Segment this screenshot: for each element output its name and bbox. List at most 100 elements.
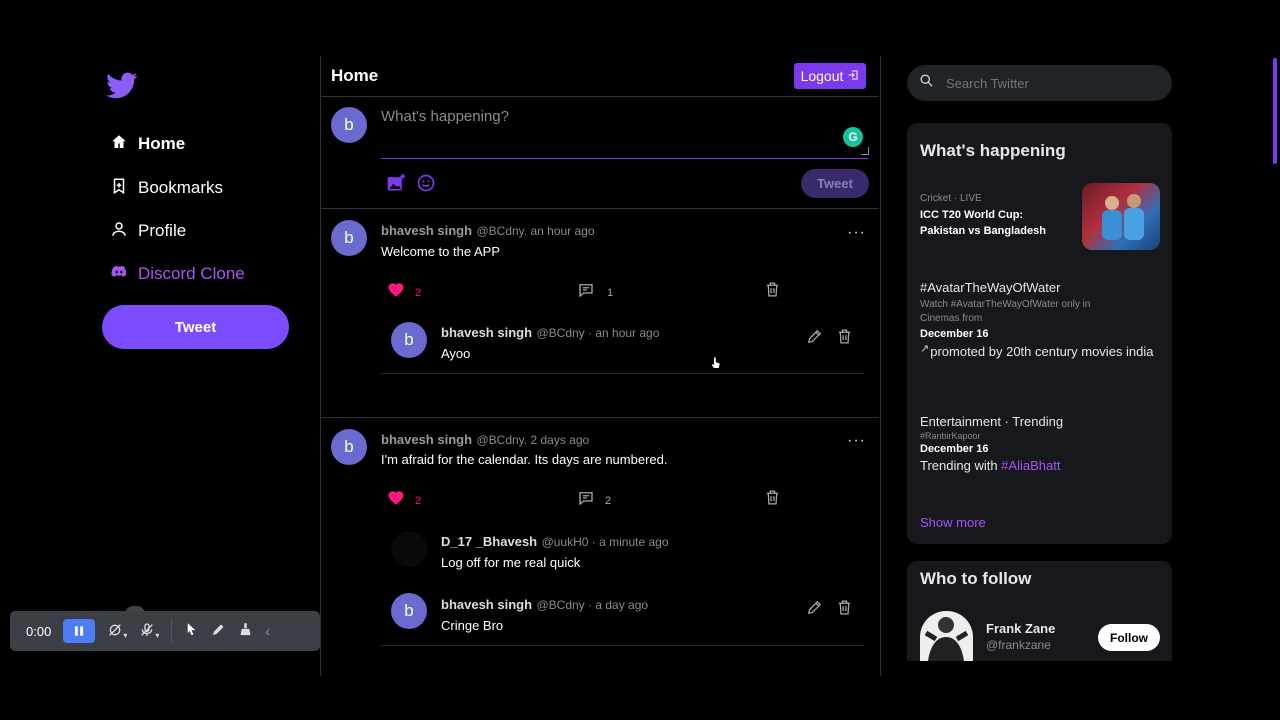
trend-title: ICC T20 World Cup: Pakistan vs Banglades… [920,209,1046,237]
comment-count: 1 [607,286,614,299]
trending-hashtag-link[interactable]: #AliaBhatt [1001,458,1060,473]
bookmark-icon [110,177,128,200]
delete-icon[interactable] [836,328,853,350]
page-scrollbar[interactable] [1273,58,1277,164]
like-count: 2 [415,286,422,299]
promoted-text: promoted by 20th century movies india [930,344,1154,359]
post-author-name[interactable]: bhavesh singh [381,432,472,447]
pointer-icon[interactable] [184,622,199,640]
divider [321,208,879,209]
trend-item[interactable]: Entertainment · Trending #RanbirKapoor D… [920,414,1165,473]
camera-off-icon[interactable]: ▾ [107,622,127,641]
trend-tag: #RanbirKapoor [920,431,981,441]
like-button[interactable]: 2 [387,489,421,512]
delete-icon[interactable] [764,489,781,511]
reply-meta: @BCdny · a day ago [536,598,649,612]
home-icon [110,133,128,156]
reply-meta: @BCdny · an hour ago [536,326,660,340]
heart-icon [387,489,405,512]
emoji-icon[interactable] [416,173,436,198]
trend-category: Cricket · LIVE [920,193,982,204]
follow-user[interactable]: Frank Zane @frankzane [986,621,1055,652]
sidebar-item-discord-clone[interactable]: Discord Clone [110,260,245,288]
promoted-line: ↗ promoted by 20th century movies india [920,342,1165,362]
reply-author-name[interactable]: bhavesh singh [441,597,532,612]
delete-icon[interactable] [764,281,781,303]
avatar[interactable]: b [331,220,367,256]
recorder-toolbar: 0:00 ▾ ▾ ‹ [10,611,320,651]
toolbar-divider [171,619,173,643]
composer-input[interactable]: What's happening? [381,108,509,125]
sidebar-item-profile[interactable]: Profile [110,217,186,245]
comment-count: 2 [605,494,612,507]
post-meta: @BCdny. 2 days ago [476,433,590,447]
like-button[interactable]: 2 [387,281,421,304]
grammarly-icon[interactable]: G [843,127,863,147]
collapse-chevron-icon[interactable]: ‹ [265,623,270,639]
post-meta: @BCdny. an hour ago [476,224,595,238]
show-more-link[interactable]: Show more [920,515,986,530]
search-input[interactable] [944,74,1148,92]
sidebar-item-home[interactable]: Home [110,130,185,158]
post-text: I'm afraid for the calendar. Its days ar… [381,452,668,467]
trend-date: December 16 [920,443,989,455]
search-bar[interactable] [907,65,1172,101]
resize-handle-icon[interactable] [861,147,869,155]
edit-icon[interactable] [806,328,823,350]
sidebar-item-label: Home [138,134,186,153]
follow-button[interactable]: Follow [1098,624,1160,651]
comment-icon [577,281,595,304]
eraser-icon[interactable] [238,622,253,640]
image-upload-icon[interactable] [386,173,406,198]
pen-icon[interactable] [211,622,226,640]
recorder-time: 0:00 [26,623,52,639]
divider [381,373,864,374]
composer-underline [381,158,868,159]
avatar[interactable] [391,531,427,567]
avatar[interactable]: b [391,322,427,358]
twitter-logo-icon[interactable] [106,72,138,100]
sidebar-item-bookmarks[interactable]: Bookmarks [110,174,223,202]
delete-icon[interactable] [836,599,853,621]
cricket-image[interactable] [1082,183,1160,250]
edit-icon[interactable] [806,599,823,621]
post-text: Welcome to the APP [381,244,500,259]
reply-author-name[interactable]: D_17 _Bhavesh [441,534,537,549]
who-to-follow-title: Who to follow [920,569,1032,588]
reply-author-name[interactable]: bhavesh singh [441,325,532,340]
pause-icon [75,626,84,636]
more-options-icon[interactable]: ··· [847,224,866,242]
trend-item[interactable]: Cricket · LIVE ICC T20 World Cup: Pakist… [920,193,1070,239]
whats-happening-title: What's happening [920,141,1066,160]
mouse-cursor-icon [709,354,723,377]
trending-with: Trending with #AliaBhatt [920,458,1165,473]
reply-text: Ayoo [441,346,471,361]
comment-button[interactable]: 1 [577,281,613,304]
avatar[interactable] [920,611,973,661]
divider [321,96,879,97]
post-header: bhavesh singh @BCdny. 2 days ago [381,431,589,449]
trend-item[interactable]: #AvatarTheWayOfWater Watch #AvatarTheWay… [920,280,1165,362]
trend-title: #AvatarTheWayOfWater [920,280,1061,295]
avatar[interactable]: b [391,593,427,629]
mic-off-icon[interactable]: ▾ [139,622,159,641]
avatar[interactable]: b [331,429,367,465]
sidebar-tweet-button[interactable]: Tweet [102,305,289,349]
user-icon [110,220,128,243]
reply-text: Cringe Bro [441,618,504,633]
reply-text: Log off for me real quick [441,555,581,570]
promoted-arrow-icon: ↗ [920,343,930,355]
composer-tweet-button[interactable]: Tweet [801,169,869,198]
pause-button[interactable] [63,619,96,643]
avatar[interactable]: b [331,107,367,143]
comment-button[interactable]: 2 [577,489,611,512]
logout-button[interactable]: Logout [794,63,866,89]
sidebar-item-label: Discord Clone [138,264,245,283]
heart-icon [387,281,405,304]
follow-user-handle: @frankzane [986,638,1051,652]
main-feed [320,56,881,676]
post-author-name[interactable]: bhavesh singh [381,223,472,238]
page-title: Home [331,66,379,85]
more-options-icon[interactable]: ··· [847,432,866,450]
trend-date: December 16 [920,328,989,340]
